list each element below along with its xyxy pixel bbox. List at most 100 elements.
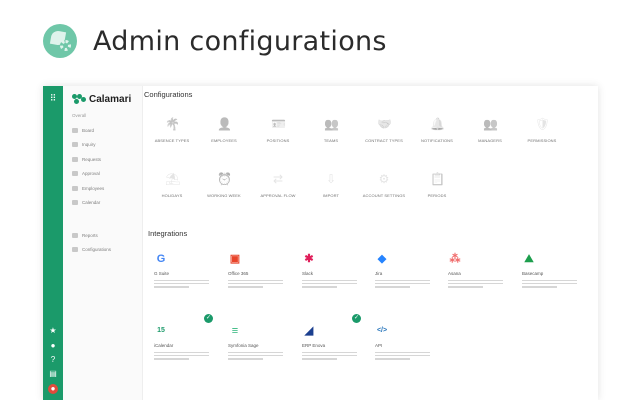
description-line — [448, 285, 483, 288]
integration-card-jira[interactable]: ◆ Jira — [369, 246, 437, 306]
config-tile-label: PERIODS — [427, 193, 447, 198]
sidebar-item-label: Requests — [82, 156, 102, 162]
reports-icon — [72, 232, 78, 238]
integration-description — [302, 278, 360, 294]
google-logo-icon: G — [156, 253, 166, 265]
sidebar-item-calendar[interactable]: Calendar — [72, 199, 100, 207]
integration-card-asana[interactable]: ⁂ Asana — [442, 246, 510, 306]
config-tile-label: TEAMS — [323, 138, 339, 143]
description-line — [154, 351, 210, 354]
description-line — [375, 354, 431, 357]
description-line — [154, 285, 189, 288]
sidebar-item-inquiry[interactable]: Inquiry — [72, 141, 96, 149]
integration-card-symfonia-sage[interactable]: ≡ Symfonia Sage — [222, 318, 290, 378]
shield-icon: 🛡 — [535, 117, 551, 131]
slack-logo-icon: ✱ — [304, 253, 314, 265]
periods-icon: 📋 — [430, 172, 445, 186]
hero-header: Admin configurations — [0, 0, 640, 86]
sidebar-item-approval[interactable]: Approval — [72, 170, 100, 178]
config-tile-label: APPROVAL FLOW — [260, 193, 296, 198]
description-line — [375, 285, 410, 288]
app-window: ⠿ ★ ● ? ▤ ● Calamari Overall Board Inquir… — [43, 86, 598, 400]
description-line — [375, 351, 431, 354]
apps-grid-icon[interactable]: ⠿ — [48, 93, 58, 103]
employees-icon — [72, 185, 78, 191]
integration-card-basecamp[interactable]: ⛰ Basecamp — [516, 246, 584, 306]
requests-icon — [72, 156, 78, 162]
config-tile-holidays[interactable]: ⛱ HOLIDAYS — [144, 166, 200, 206]
config-tile-teams[interactable]: 👥 TEAMS — [303, 111, 359, 151]
avatar[interactable]: ● — [48, 384, 58, 394]
config-tile-employees[interactable]: 👤 EMPLOYEES — [196, 111, 252, 151]
integration-description — [228, 350, 286, 366]
config-tile-contract-types[interactable]: 🤝 CONTRACT TYPES — [356, 111, 412, 151]
star-icon[interactable]: ★ — [48, 326, 58, 336]
integration-name: API — [375, 343, 383, 348]
jira-logo-icon: ◆ — [377, 253, 387, 265]
approval-icon — [72, 171, 78, 176]
description-line — [302, 351, 358, 354]
integration-card-api[interactable]: </> API — [369, 318, 437, 378]
integration-name: Symfonia Sage — [228, 343, 259, 348]
integration-description — [448, 278, 506, 294]
bell-icon[interactable]: ● — [48, 341, 58, 351]
palm-tree-icon: 🌴 — [165, 117, 180, 131]
integration-description — [375, 278, 433, 294]
integration-card-g-suite[interactable]: G G Suite — [148, 246, 216, 306]
config-tile-positions[interactable]: 🪪 POSITIONS — [250, 111, 306, 151]
team-icon: 👥 — [324, 117, 339, 131]
sidebar-item-employees[interactable]: Employees — [72, 184, 104, 192]
description-line — [375, 282, 431, 285]
description-line — [228, 357, 263, 360]
description-line — [228, 351, 284, 354]
config-tile-permissions[interactable]: 🛡 PERMISSIONS — [514, 111, 570, 151]
integration-description — [154, 350, 212, 366]
integration-card-office-365[interactable]: ▣ Office 365 — [222, 246, 290, 306]
config-tile-label: PERMISSIONS — [527, 138, 557, 143]
config-tile-label: CONTRACT TYPES — [365, 138, 403, 143]
office365-logo-icon: ▣ — [229, 253, 241, 265]
config-tile-periods[interactable]: 📋 PERIODS — [409, 166, 465, 206]
inquiry-icon — [72, 142, 78, 147]
sidebar-item-label: Approval — [82, 171, 100, 176]
integration-card-slack[interactable]: ✱ Slack — [296, 246, 364, 306]
sidebar: Calamari Overall Board Inquiry Requests App… — [63, 86, 143, 400]
config-tile-label: POSITIONS — [266, 138, 290, 143]
config-tile-managers[interactable]: 👥 MANAGERS — [462, 111, 518, 151]
connected-check-icon: ✓ — [352, 314, 361, 323]
sidebar-item-reports[interactable]: Reports — [72, 231, 98, 239]
id-card-icon: 🪪 — [271, 117, 286, 131]
integration-card-icalendar[interactable]: 15 iCalendar ✓ — [148, 314, 216, 378]
integration-name: Office 365 — [228, 271, 249, 276]
description-line — [302, 279, 358, 282]
description-line — [228, 285, 263, 288]
integration-name: Asana — [448, 271, 461, 276]
sidebar-item-label: Board — [82, 127, 95, 133]
configurations-icon — [72, 247, 78, 252]
employee-card-icon: 👤 — [217, 117, 232, 131]
help-icon[interactable]: ? — [48, 355, 58, 365]
sidebar-item-configurations[interactable]: Configurations — [72, 246, 111, 254]
config-tile-working-week[interactable]: ⏰ WORKING WEEK — [196, 166, 252, 206]
sidebar-item-requests[interactable]: Requests — [72, 155, 101, 163]
integration-card-erp-enova[interactable]: ◢ ERP Enova ✓ — [296, 314, 364, 378]
config-tile-import[interactable]: ⇩ IMPORT — [303, 166, 359, 206]
config-tile-label: MANAGERS — [478, 138, 502, 143]
config-tile-approval-flow[interactable]: ⇄ APPROVAL FLOW — [250, 166, 306, 206]
config-tile-notifications[interactable]: 🔔 NOTIFICATIONS — [409, 111, 465, 151]
brand-logo[interactable]: Calamari — [72, 93, 131, 105]
integration-description — [154, 278, 212, 294]
calamari-mark-icon — [72, 94, 86, 104]
config-tile-account-settings[interactable]: ⚙ ACCOUNT SETTINGS — [356, 166, 412, 206]
integration-description — [228, 278, 286, 294]
config-tile-absence-types[interactable]: 🌴 ABSENCE TYPES — [144, 111, 200, 151]
notification-user-icon: 🔔 — [430, 117, 445, 131]
list-icon[interactable]: ▤ — [48, 369, 58, 379]
managers-icon: 👥 — [483, 117, 498, 131]
integrations-title: Integrations — [148, 229, 188, 238]
sidebar-item-board[interactable]: Board — [72, 126, 94, 134]
erp-enova-logo-icon: ◢ — [304, 325, 314, 337]
api-code-icon: </> — [376, 327, 388, 334]
integration-description — [302, 350, 360, 366]
config-tile-label: EMPLOYEES — [211, 138, 237, 143]
